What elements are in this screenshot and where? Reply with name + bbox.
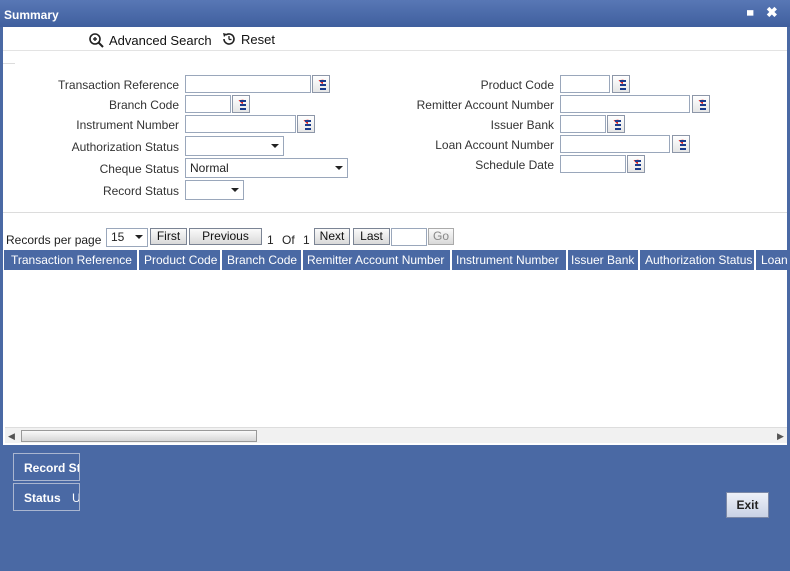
label-branch-code: Branch Code <box>108 98 179 112</box>
divider <box>3 63 15 64</box>
authorization-status-select[interactable] <box>185 136 284 156</box>
lov-loan-account-icon[interactable] <box>672 135 690 153</box>
lov-transaction-reference-icon[interactable] <box>312 75 330 93</box>
search-plus-icon <box>89 33 104 48</box>
total-pages: 1 <box>303 233 310 247</box>
record-status-label: Record St <box>24 461 80 475</box>
chevron-down-icon <box>231 188 239 192</box>
current-page: 1 <box>267 233 274 247</box>
lov-product-code-icon[interactable] <box>612 75 630 93</box>
scrollbar-thumb[interactable] <box>21 430 257 442</box>
previous-page-button[interactable]: Previous <box>189 228 262 245</box>
divider <box>3 212 787 213</box>
lov-branch-code-icon[interactable] <box>232 95 250 113</box>
schedule-date-input[interactable] <box>560 155 626 173</box>
instrument-number-input[interactable] <box>185 115 296 133</box>
chevron-down-icon <box>271 144 279 148</box>
record-status-select[interactable] <box>185 180 244 200</box>
branch-code-input[interactable] <box>185 95 231 113</box>
reset-icon <box>223 33 235 45</box>
issuer-bank-input[interactable] <box>560 115 606 133</box>
go-button[interactable]: Go <box>428 228 454 245</box>
records-per-page-value: 15 <box>111 230 125 244</box>
chevron-down-icon <box>335 166 343 170</box>
column-header[interactable]: Instrument Number <box>456 253 559 267</box>
chevron-down-icon <box>135 235 143 239</box>
exit-button[interactable]: Exit <box>726 492 769 518</box>
column-header[interactable]: Branch Code <box>227 253 297 267</box>
label-transaction-reference: Transaction Reference <box>58 78 179 92</box>
cheque-status-value: Normal <box>190 161 229 175</box>
status-value: U <box>72 491 80 505</box>
advanced-search-label: Advanced Search <box>109 32 212 48</box>
label-remitter-account-number: Remitter Account Number <box>416 98 554 112</box>
reset-button[interactable]: Reset <box>221 31 275 47</box>
column-header[interactable]: Remitter Account Number <box>307 253 444 267</box>
label-schedule-date: Schedule Date <box>475 158 554 172</box>
advanced-search-button[interactable]: Advanced Search <box>87 31 212 49</box>
lov-remitter-account-icon[interactable] <box>692 95 710 113</box>
label-record-status: Record Status <box>102 184 179 198</box>
records-per-page-label: Records per page <box>6 233 102 247</box>
label-cheque-status: Cheque Status <box>99 162 179 176</box>
summary-panel: Advanced Search Reset Transaction Refere… <box>3 27 787 445</box>
horizontal-scrollbar[interactable]: ◀ ▶ <box>5 427 787 443</box>
calendar-icon[interactable] <box>627 155 645 173</box>
column-header[interactable]: Authorization Status <box>645 253 752 267</box>
status-box: Status U <box>13 483 80 511</box>
label-loan-account-number: Loan Account Number <box>435 138 554 152</box>
status-label: Status <box>24 491 61 505</box>
grid-header: Transaction Reference Product Code Branc… <box>4 250 787 270</box>
toolbar: Advanced Search Reset <box>3 27 787 51</box>
scroll-right-icon[interactable]: ▶ <box>777 431 784 442</box>
go-to-page-input[interactable] <box>391 228 427 246</box>
window-title: Summary <box>4 8 59 22</box>
of-label: Of <box>282 233 295 247</box>
title-bar: Summary ▄ ✖ <box>0 0 790 27</box>
lov-issuer-bank-icon[interactable] <box>607 115 625 133</box>
last-page-button[interactable]: Last <box>353 228 390 245</box>
close-icon[interactable]: ✖ <box>766 4 778 21</box>
minimize-icon[interactable]: ▄ <box>747 5 753 15</box>
cheque-status-select[interactable]: Normal <box>185 158 348 178</box>
first-page-button[interactable]: First <box>150 228 187 245</box>
remitter-account-number-input[interactable] <box>560 95 690 113</box>
label-authorization-status: Authorization Status <box>71 140 179 154</box>
label-product-code: Product Code <box>480 78 554 92</box>
transaction-reference-input[interactable] <box>185 75 311 93</box>
records-per-page-select[interactable]: 15 <box>106 228 148 247</box>
label-instrument-number: Instrument Number <box>76 118 179 132</box>
record-status-box: Record St <box>13 453 80 481</box>
column-header[interactable]: Issuer Bank <box>571 253 634 267</box>
column-header[interactable]: Transaction Reference <box>11 253 132 267</box>
label-issuer-bank: Issuer Bank <box>490 118 554 132</box>
next-page-button[interactable]: Next <box>314 228 350 245</box>
column-header[interactable]: Loan <box>761 253 787 267</box>
column-header[interactable]: Product Code <box>144 253 217 267</box>
product-code-input[interactable] <box>560 75 610 93</box>
loan-account-number-input[interactable] <box>560 135 670 153</box>
pager: Records per page 15 First Previous 1 Of … <box>3 225 787 251</box>
scroll-left-icon[interactable]: ◀ <box>8 431 15 442</box>
lov-instrument-number-icon[interactable] <box>297 115 315 133</box>
reset-label: Reset <box>241 31 275 47</box>
